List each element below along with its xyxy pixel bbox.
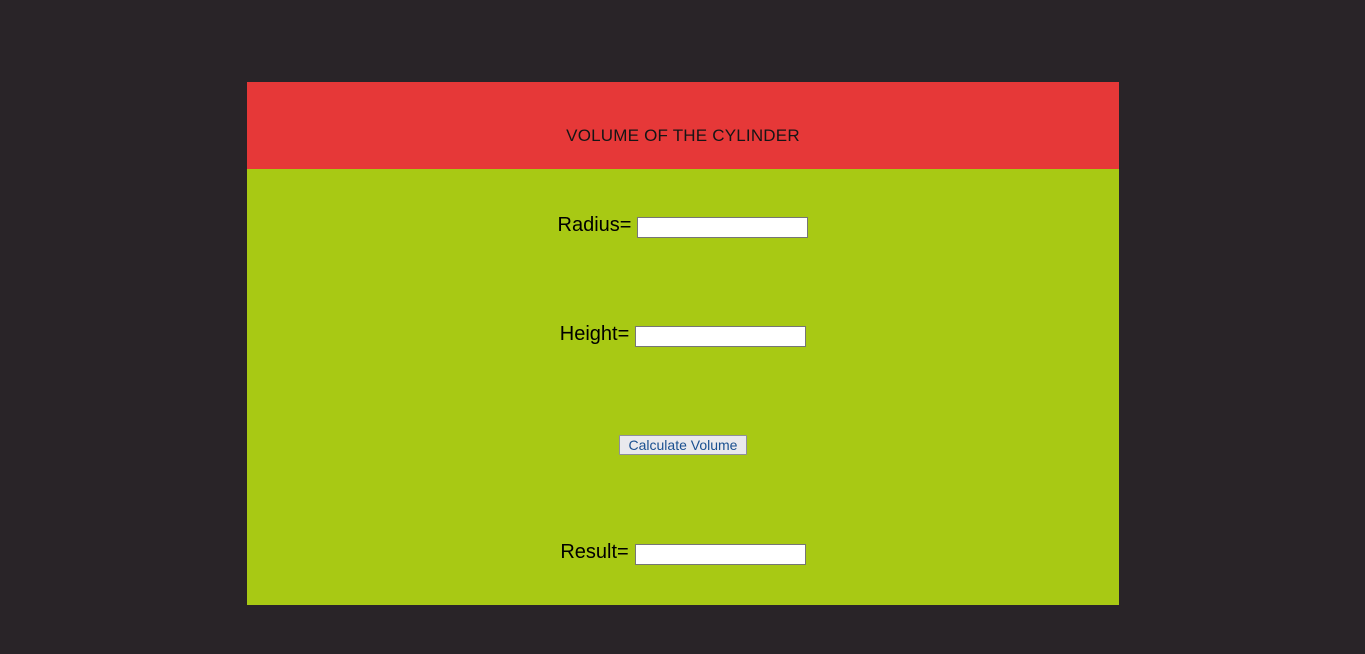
radius-label: Radius= xyxy=(557,214,632,236)
height-row: Height= xyxy=(247,323,1119,348)
page-title: VOLUME OF THE CYLINDER xyxy=(566,126,800,145)
cylinder-calculator-panel: VOLUME OF THE CYLINDER Radius= Height= C… xyxy=(247,82,1119,605)
result-output[interactable] xyxy=(634,544,806,565)
header-bar: VOLUME OF THE CYLINDER xyxy=(247,82,1119,169)
result-row: Result= xyxy=(247,541,1119,566)
height-input[interactable] xyxy=(635,326,807,347)
radius-row: Radius= xyxy=(247,214,1119,239)
height-label: Height= xyxy=(559,323,630,345)
radius-input[interactable] xyxy=(637,217,809,238)
calculate-volume-button[interactable]: Calculate Volume xyxy=(618,435,748,455)
result-label: Result= xyxy=(560,541,629,563)
form-area: Radius= Height= Calculate Volume Result= xyxy=(247,169,1119,605)
button-row: Calculate Volume xyxy=(247,435,1119,455)
